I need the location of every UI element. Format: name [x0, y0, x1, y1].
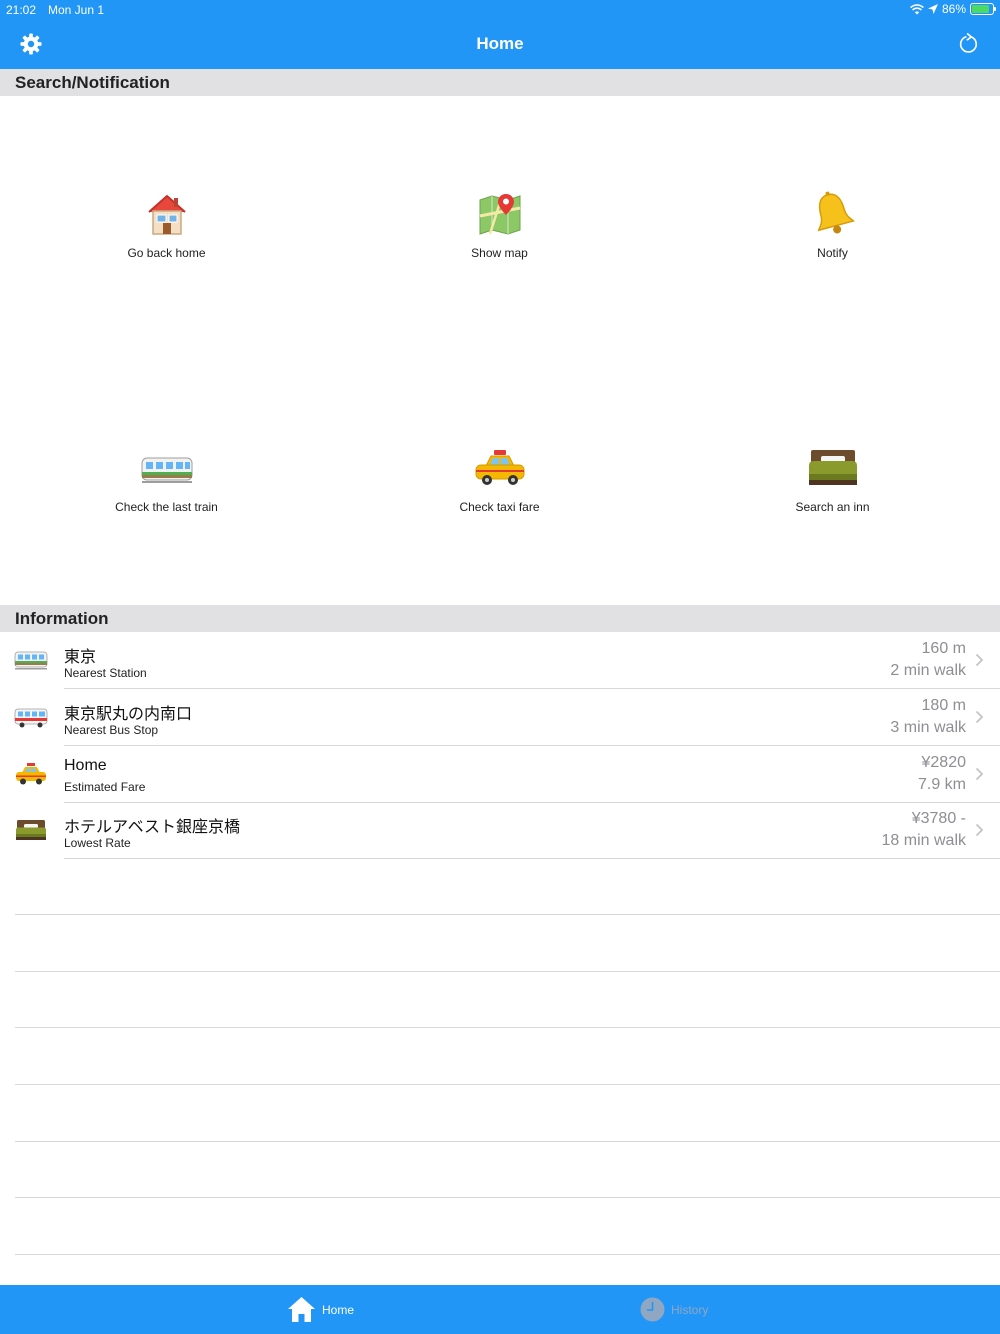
empty-row-separator — [15, 1141, 1000, 1142]
nearest-station-row[interactable]: 東京 Nearest Station 160 m 2 min walk — [0, 632, 1000, 689]
section-header-information: Information — [0, 605, 1000, 632]
chevron-right-icon — [975, 823, 984, 837]
home-screen: 21:02 Mon Jun 1 86% Home Search/Notifica… — [0, 0, 1000, 1334]
row-walk-time: 18 min walk — [881, 832, 966, 849]
chevron-right-icon — [975, 653, 984, 667]
house-icon — [288, 1297, 315, 1322]
battery-icon — [970, 3, 996, 15]
chevron-right-icon — [975, 767, 984, 781]
empty-row-separator — [15, 914, 1000, 915]
empty-row-separator — [15, 1084, 1000, 1085]
notify-button[interactable]: Notify — [666, 190, 999, 270]
check-taxi-fare-button[interactable]: Check taxi fare — [333, 444, 666, 524]
show-map-button[interactable]: Show map — [333, 190, 666, 270]
empty-row-separator — [15, 1254, 1000, 1255]
train-icon — [141, 457, 192, 483]
row-title: ホテルアベスト銀座京橋 — [64, 819, 241, 836]
taxi-icon — [16, 763, 46, 785]
status-date: Mon Jun 1 — [48, 3, 105, 17]
house-icon — [147, 195, 186, 235]
tab-bar: Home History — [0, 1285, 1000, 1334]
tab-label: Home — [322, 1302, 355, 1317]
row-distance: 7.9 km — [917, 776, 966, 793]
nearest-bus-stop-row[interactable]: 東京駅丸の内南口 Nearest Bus Stop 180 m 3 min wa… — [0, 689, 1000, 746]
refresh-icon[interactable] — [958, 33, 980, 55]
row-subtitle: Nearest Station — [64, 666, 147, 680]
status-time: 21:02 — [6, 3, 37, 17]
row-title: 東京駅丸の内南口 — [64, 706, 193, 723]
check-last-train-button[interactable]: Check the last train — [0, 444, 333, 524]
row-fare: ¥2820 — [921, 754, 967, 771]
chevron-right-icon — [975, 710, 984, 724]
location-arrow-icon — [927, 4, 938, 14]
row-walk-time: 3 min walk — [890, 719, 966, 736]
row-separator — [64, 858, 1000, 859]
empty-row-separator — [15, 1027, 1000, 1028]
row-distance: 180 m — [921, 697, 966, 714]
tab-home[interactable]: Home — [287, 1285, 354, 1334]
taxi-icon — [475, 450, 524, 485]
grid-label: Search an inn — [795, 500, 870, 514]
row-rate: ¥3780 - — [911, 810, 966, 827]
grid-label: Check the last train — [115, 500, 218, 514]
row-subtitle: Nearest Bus Stop — [64, 723, 159, 737]
tab-label: History — [671, 1302, 709, 1317]
clock-icon — [640, 1297, 665, 1322]
tab-history[interactable]: History — [640, 1285, 708, 1334]
row-title: 東京 — [64, 649, 97, 666]
row-subtitle: Lowest Rate — [64, 836, 131, 850]
bed-icon — [808, 450, 857, 485]
bed-icon — [16, 820, 46, 840]
navigation-bar: 21:02 Mon Jun 1 86% Home — [0, 0, 1000, 69]
map-icon — [479, 194, 520, 235]
bell-icon — [817, 191, 855, 234]
row-distance: 160 m — [921, 640, 966, 657]
lowest-rate-row[interactable]: ホテルアベスト銀座京橋 Lowest Rate ¥3780 - 18 min w… — [0, 802, 1000, 859]
row-subtitle: Estimated Fare — [64, 780, 146, 794]
row-walk-time: 2 min walk — [890, 662, 966, 679]
battery-percent: 86% — [941, 2, 966, 16]
train-icon — [14, 651, 48, 670]
grid-label: Go back home — [127, 246, 206, 260]
wifi-icon — [910, 3, 924, 14]
status-bar: 21:02 Mon Jun 1 86% — [0, 0, 1000, 20]
status-indicators: 86% — [910, 2, 996, 16]
row-title: Home — [64, 757, 107, 774]
section-header-search: Search/Notification — [0, 69, 1000, 96]
battery-level — [972, 5, 990, 13]
estimated-fare-row[interactable]: Home Estimated Fare ¥2820 7.9 km — [0, 746, 1000, 803]
bus-icon — [14, 708, 48, 728]
go-back-home-button[interactable]: Go back home — [0, 190, 333, 270]
empty-row-separator — [15, 1197, 1000, 1198]
grid-label: Notify — [817, 246, 848, 260]
page-title: Home — [476, 34, 524, 53]
empty-row-separator — [15, 971, 1000, 972]
grid-label: Show map — [471, 246, 528, 260]
search-inn-button[interactable]: Search an inn — [666, 444, 999, 524]
grid-label: Check taxi fare — [459, 500, 540, 514]
